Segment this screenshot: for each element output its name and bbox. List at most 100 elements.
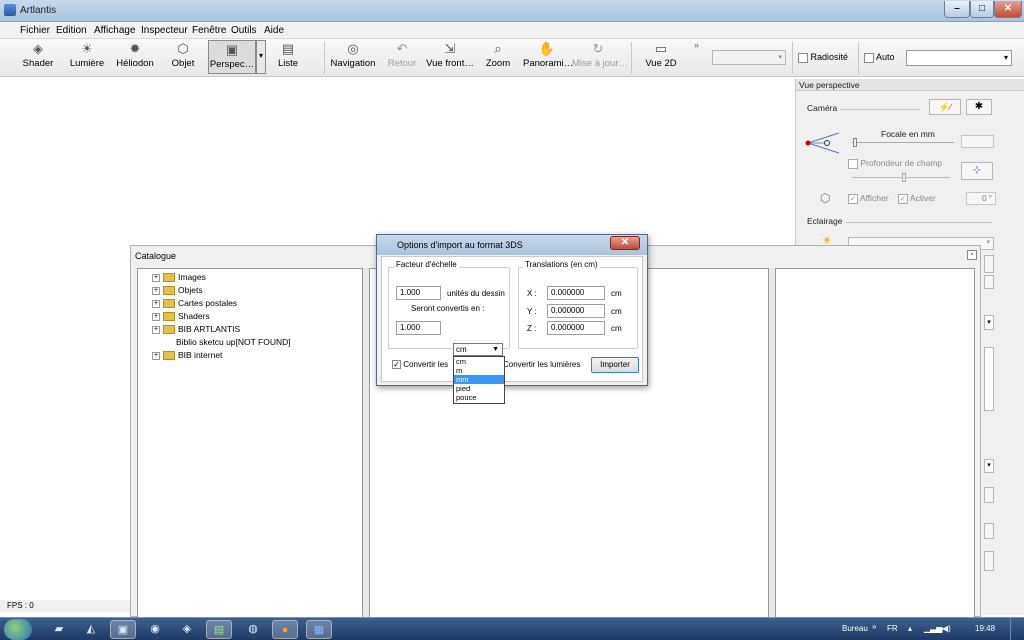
profondeur-slider-handle[interactable]	[902, 173, 906, 182]
minimize-button[interactable]: –	[944, 1, 970, 18]
activer-checkbox-box[interactable]: ✓	[898, 193, 908, 204]
language-indicator[interactable]: FR	[887, 624, 898, 633]
expand-icon[interactable]: +	[152, 312, 160, 321]
catalogue-float-button[interactable]: ▫	[967, 250, 977, 260]
lighting-option-stepper[interactable]	[984, 255, 994, 273]
taskbar-app-icon[interactable]: ▣	[110, 620, 136, 639]
expand-icon[interactable]: +	[152, 325, 160, 334]
tree-item-bib-artlantis[interactable]: + BIB ARTLANTIS	[152, 324, 240, 335]
tree-item-cartes-postales[interactable]: + Cartes postales	[152, 298, 237, 309]
radiosite-checkbox[interactable]: Radiosité	[798, 52, 848, 63]
panel-small-button[interactable]	[984, 551, 994, 571]
auto-checkbox-box[interactable]	[864, 52, 874, 63]
expand-icon[interactable]: +	[152, 273, 160, 282]
tree-item-biblio-sketchup[interactable]: Biblio sketcu up[NOT FOUND]	[164, 337, 291, 347]
desktop-toolbar-label[interactable]: Bureau	[842, 624, 868, 633]
menu-affichage[interactable]: Affichage	[94, 25, 136, 36]
unit-option-mm[interactable]: mm	[454, 375, 504, 384]
perspective-button[interactable]: ▣ Perspec…	[208, 40, 256, 74]
dialog-titlebar[interactable]: Options d'import au format 3DS ✕	[377, 235, 647, 255]
menu-outils[interactable]: Outils	[231, 25, 257, 36]
expand-icon[interactable]: +	[152, 299, 160, 308]
navigation-button[interactable]: ◎ Navigation	[330, 40, 376, 74]
objet-button[interactable]: ⬡ Objet	[166, 40, 200, 74]
panel-small-button[interactable]	[984, 487, 994, 503]
camera-settings-gear-icon[interactable]: ✱	[966, 99, 992, 115]
taskbar-photoshop-icon[interactable]: ▦	[306, 620, 332, 639]
unit-option-m[interactable]: m	[454, 366, 504, 375]
perspective-dropdown-arrow[interactable]: ▾	[256, 40, 266, 74]
expand-icon[interactable]: +	[152, 286, 160, 295]
liste-button[interactable]: ▤ Liste	[274, 40, 302, 74]
angle-input[interactable]: 0 °	[966, 192, 996, 205]
lighting-option-stepper[interactable]	[984, 275, 994, 289]
radiosite-checkbox-box[interactable]	[798, 52, 808, 63]
convert-checkbox[interactable]: ✓ Convertir les	[392, 360, 448, 370]
taskbar-firefox-icon[interactable]: ●	[272, 620, 298, 639]
taskbar-explorer-icon[interactable]: ▰	[46, 620, 72, 639]
unit-option-pied[interactable]: pied	[454, 384, 504, 393]
vue-2d-button[interactable]: ▭ Vue 2D	[644, 40, 678, 74]
tree-item-images[interactable]: + Images	[152, 272, 206, 283]
view-select-dropdown[interactable]: ▾	[712, 50, 786, 65]
focale-slider-handle[interactable]	[853, 138, 857, 147]
shader-dropdown-arrow[interactable]: ▾	[984, 315, 994, 330]
menu-edition[interactable]: Edition	[56, 25, 87, 36]
network-icon[interactable]: ▁▃▅	[924, 624, 942, 633]
taskbar-app-icon[interactable]: ◉	[142, 620, 168, 639]
menu-aide[interactable]: Aide	[264, 25, 284, 36]
convert-checkbox-box[interactable]: ✓	[392, 360, 401, 370]
expand-icon[interactable]: +	[152, 351, 160, 360]
toolbar-chevron-icon[interactable]: »	[872, 622, 876, 631]
panoramique-button[interactable]: ✋ Panorami…	[523, 40, 573, 74]
menu-inspecteur[interactable]: Inspecteur	[141, 25, 188, 36]
auto-checkbox[interactable]: Auto	[864, 52, 895, 63]
tree-item-objets[interactable]: + Objets	[152, 285, 203, 296]
close-button[interactable]: ✕	[994, 1, 1022, 18]
convert-lights-label[interactable]: Convertir les lumières	[503, 360, 580, 369]
maximize-button[interactable]: □	[970, 1, 994, 18]
zoom-button[interactable]: ⌕ Zoom	[484, 40, 512, 74]
show-desktop-button[interactable]	[1010, 618, 1024, 640]
camera-link-button[interactable]: ⚡⁄	[929, 99, 961, 115]
shader-button[interactable]: ◈ Shader	[18, 40, 58, 74]
start-button[interactable]	[4, 619, 32, 640]
preview-scroll[interactable]	[984, 347, 994, 411]
mise-a-jour-button[interactable]: ↻ Mise à jour…	[572, 40, 628, 74]
menu-fenetre[interactable]: Fenêtre	[192, 25, 226, 36]
dialog-close-button[interactable]: ✕	[610, 236, 640, 250]
lumiere-button[interactable]: ☀ Lumière	[66, 40, 108, 74]
profondeur-checkbox[interactable]: Profondeur de champ	[848, 158, 942, 169]
toolbar-overflow-chevron[interactable]: »	[694, 40, 699, 50]
profondeur-checkbox-box[interactable]	[848, 158, 858, 169]
taskbar-app-icon[interactable]: ◍	[240, 620, 266, 639]
menu-fichier[interactable]: Fichier	[20, 25, 50, 36]
clock[interactable]: 19:48	[975, 624, 995, 633]
volume-icon[interactable]: ◀)	[942, 624, 951, 633]
focale-slider-track[interactable]	[852, 142, 954, 143]
settings-dropdown-arrow[interactable]: ▾	[984, 459, 994, 473]
activer-checkbox[interactable]: ✓ Activer	[898, 193, 936, 204]
tree-item-bib-internet[interactable]: + BIB internet	[152, 350, 222, 361]
heliodon-button[interactable]: ✹ Héliodon	[114, 40, 156, 74]
y-input[interactable]: 0.000000	[547, 304, 605, 318]
unit-select[interactable]: cm ▼	[453, 343, 503, 356]
window-titlebar[interactable]: Artlantis – □ ✕	[0, 0, 1024, 22]
focale-input[interactable]	[961, 135, 994, 148]
retour-button[interactable]: ↶ Retour	[386, 40, 418, 74]
afficher-checkbox-box[interactable]: ✓	[848, 193, 858, 204]
unit-option-pouce[interactable]: pouce	[454, 393, 504, 402]
afficher-checkbox[interactable]: ✓ Afficher	[848, 193, 889, 204]
show-hidden-icons[interactable]: ▴	[908, 624, 912, 633]
converted-input[interactable]: 1.000	[396, 321, 441, 335]
tree-item-shaders[interactable]: + Shaders	[152, 311, 210, 322]
z-input[interactable]: 0.000000	[547, 321, 605, 335]
focus-target-icon[interactable]: ⊹	[961, 162, 993, 180]
taskbar-app-icon[interactable]: ◈	[174, 620, 200, 639]
unit-option-cm[interactable]: cm	[454, 357, 504, 366]
render-preset-dropdown[interactable]: ▾	[906, 50, 1012, 66]
x-input[interactable]: 0.000000	[547, 286, 605, 300]
scale-input[interactable]: 1.000	[396, 286, 441, 300]
importer-button[interactable]: Importer	[591, 357, 639, 373]
panel-small-button[interactable]	[984, 523, 994, 539]
